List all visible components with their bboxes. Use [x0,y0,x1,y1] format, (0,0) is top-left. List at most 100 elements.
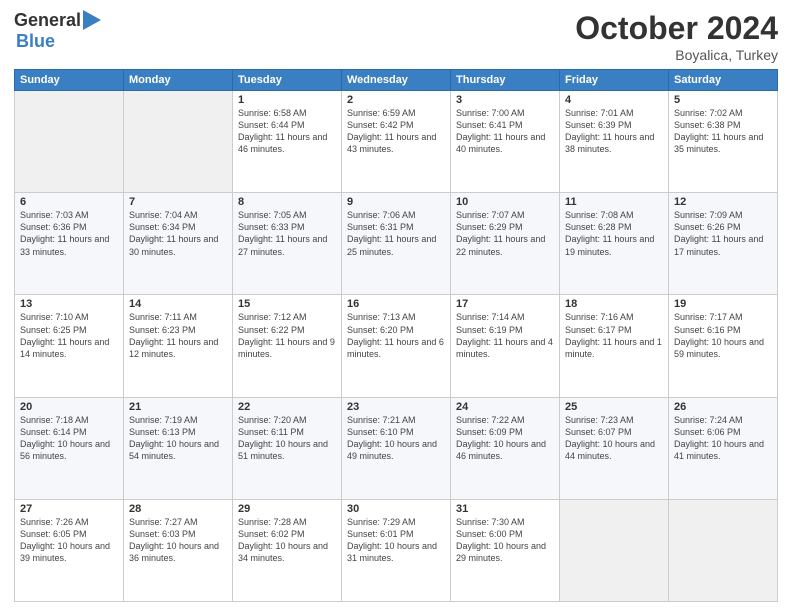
day-number: 4 [565,94,663,106]
day-number: 15 [238,298,336,310]
table-row: 17 Sunrise: 7:14 AMSunset: 6:19 PMDaylig… [451,295,560,397]
calendar-week-row: 27 Sunrise: 7:26 AMSunset: 6:05 PMDaylig… [15,499,778,601]
table-row [15,91,124,193]
calendar-table: Sunday Monday Tuesday Wednesday Thursday… [14,69,778,602]
calendar-week-row: 13 Sunrise: 7:10 AMSunset: 6:25 PMDaylig… [15,295,778,397]
table-row: 6 Sunrise: 7:03 AMSunset: 6:36 PMDayligh… [15,193,124,295]
day-detail: Sunrise: 7:18 AMSunset: 6:14 PMDaylight:… [20,414,118,463]
day-number: 10 [456,196,554,208]
table-row: 22 Sunrise: 7:20 AMSunset: 6:11 PMDaylig… [233,397,342,499]
day-number: 8 [238,196,336,208]
col-sunday: Sunday [15,70,124,91]
table-row: 13 Sunrise: 7:10 AMSunset: 6:25 PMDaylig… [15,295,124,397]
day-detail: Sunrise: 7:22 AMSunset: 6:09 PMDaylight:… [456,414,554,463]
calendar-week-row: 6 Sunrise: 7:03 AMSunset: 6:36 PMDayligh… [15,193,778,295]
day-detail: Sunrise: 7:09 AMSunset: 6:26 PMDaylight:… [674,209,772,258]
day-detail: Sunrise: 7:13 AMSunset: 6:20 PMDaylight:… [347,311,445,360]
day-number: 3 [456,94,554,106]
day-detail: Sunrise: 7:04 AMSunset: 6:34 PMDaylight:… [129,209,227,258]
table-row: 5 Sunrise: 7:02 AMSunset: 6:38 PMDayligh… [669,91,778,193]
col-friday: Friday [560,70,669,91]
day-number: 30 [347,503,445,515]
table-row: 9 Sunrise: 7:06 AMSunset: 6:31 PMDayligh… [342,193,451,295]
table-row: 11 Sunrise: 7:08 AMSunset: 6:28 PMDaylig… [560,193,669,295]
page: General Blue October 2024 Boyalica, Turk… [0,0,792,612]
day-number: 9 [347,196,445,208]
logo-blue-text: Blue [16,31,55,52]
table-row: 25 Sunrise: 7:23 AMSunset: 6:07 PMDaylig… [560,397,669,499]
table-row: 12 Sunrise: 7:09 AMSunset: 6:26 PMDaylig… [669,193,778,295]
day-detail: Sunrise: 7:06 AMSunset: 6:31 PMDaylight:… [347,209,445,258]
table-row: 23 Sunrise: 7:21 AMSunset: 6:10 PMDaylig… [342,397,451,499]
day-number: 31 [456,503,554,515]
table-row: 24 Sunrise: 7:22 AMSunset: 6:09 PMDaylig… [451,397,560,499]
table-row [124,91,233,193]
day-number: 13 [20,298,118,310]
day-detail: Sunrise: 7:21 AMSunset: 6:10 PMDaylight:… [347,414,445,463]
table-row: 27 Sunrise: 7:26 AMSunset: 6:05 PMDaylig… [15,499,124,601]
col-wednesday: Wednesday [342,70,451,91]
day-detail: Sunrise: 7:29 AMSunset: 6:01 PMDaylight:… [347,516,445,565]
day-number: 29 [238,503,336,515]
day-number: 22 [238,401,336,413]
table-row: 2 Sunrise: 6:59 AMSunset: 6:42 PMDayligh… [342,91,451,193]
col-tuesday: Tuesday [233,70,342,91]
logo-arrow-icon [83,10,101,30]
logo-general-text: General [14,10,81,31]
table-row: 20 Sunrise: 7:18 AMSunset: 6:14 PMDaylig… [15,397,124,499]
table-row: 8 Sunrise: 7:05 AMSunset: 6:33 PMDayligh… [233,193,342,295]
table-row: 31 Sunrise: 7:30 AMSunset: 6:00 PMDaylig… [451,499,560,601]
day-detail: Sunrise: 7:05 AMSunset: 6:33 PMDaylight:… [238,209,336,258]
table-row: 21 Sunrise: 7:19 AMSunset: 6:13 PMDaylig… [124,397,233,499]
calendar-week-row: 20 Sunrise: 7:18 AMSunset: 6:14 PMDaylig… [15,397,778,499]
day-detail: Sunrise: 7:20 AMSunset: 6:11 PMDaylight:… [238,414,336,463]
day-detail: Sunrise: 7:12 AMSunset: 6:22 PMDaylight:… [238,311,336,360]
day-detail: Sunrise: 7:10 AMSunset: 6:25 PMDaylight:… [20,311,118,360]
table-row: 18 Sunrise: 7:16 AMSunset: 6:17 PMDaylig… [560,295,669,397]
day-number: 28 [129,503,227,515]
day-number: 14 [129,298,227,310]
location-title: Boyalica, Turkey [575,47,778,63]
day-number: 6 [20,196,118,208]
day-number: 25 [565,401,663,413]
day-number: 19 [674,298,772,310]
day-detail: Sunrise: 7:01 AMSunset: 6:39 PMDaylight:… [565,107,663,156]
table-row: 19 Sunrise: 7:17 AMSunset: 6:16 PMDaylig… [669,295,778,397]
day-number: 24 [456,401,554,413]
header: General Blue October 2024 Boyalica, Turk… [14,10,778,63]
calendar-week-row: 1 Sunrise: 6:58 AMSunset: 6:44 PMDayligh… [15,91,778,193]
calendar-header-row: Sunday Monday Tuesday Wednesday Thursday… [15,70,778,91]
table-row: 3 Sunrise: 7:00 AMSunset: 6:41 PMDayligh… [451,91,560,193]
table-row: 10 Sunrise: 7:07 AMSunset: 6:29 PMDaylig… [451,193,560,295]
day-number: 27 [20,503,118,515]
table-row [560,499,669,601]
day-detail: Sunrise: 7:23 AMSunset: 6:07 PMDaylight:… [565,414,663,463]
day-number: 23 [347,401,445,413]
day-detail: Sunrise: 7:26 AMSunset: 6:05 PMDaylight:… [20,516,118,565]
day-detail: Sunrise: 7:16 AMSunset: 6:17 PMDaylight:… [565,311,663,360]
day-detail: Sunrise: 6:59 AMSunset: 6:42 PMDaylight:… [347,107,445,156]
table-row: 29 Sunrise: 7:28 AMSunset: 6:02 PMDaylig… [233,499,342,601]
logo: General Blue [14,10,101,52]
day-detail: Sunrise: 7:30 AMSunset: 6:00 PMDaylight:… [456,516,554,565]
table-row: 26 Sunrise: 7:24 AMSunset: 6:06 PMDaylig… [669,397,778,499]
day-number: 5 [674,94,772,106]
table-row: 7 Sunrise: 7:04 AMSunset: 6:34 PMDayligh… [124,193,233,295]
col-monday: Monday [124,70,233,91]
month-title: October 2024 [575,10,778,47]
col-saturday: Saturday [669,70,778,91]
day-detail: Sunrise: 7:24 AMSunset: 6:06 PMDaylight:… [674,414,772,463]
day-detail: Sunrise: 7:19 AMSunset: 6:13 PMDaylight:… [129,414,227,463]
day-number: 18 [565,298,663,310]
day-number: 12 [674,196,772,208]
title-block: October 2024 Boyalica, Turkey [575,10,778,63]
day-detail: Sunrise: 7:11 AMSunset: 6:23 PMDaylight:… [129,311,227,360]
day-detail: Sunrise: 6:58 AMSunset: 6:44 PMDaylight:… [238,107,336,156]
day-detail: Sunrise: 7:03 AMSunset: 6:36 PMDaylight:… [20,209,118,258]
table-row: 4 Sunrise: 7:01 AMSunset: 6:39 PMDayligh… [560,91,669,193]
table-row: 14 Sunrise: 7:11 AMSunset: 6:23 PMDaylig… [124,295,233,397]
day-number: 2 [347,94,445,106]
day-detail: Sunrise: 7:14 AMSunset: 6:19 PMDaylight:… [456,311,554,360]
table-row: 16 Sunrise: 7:13 AMSunset: 6:20 PMDaylig… [342,295,451,397]
col-thursday: Thursday [451,70,560,91]
